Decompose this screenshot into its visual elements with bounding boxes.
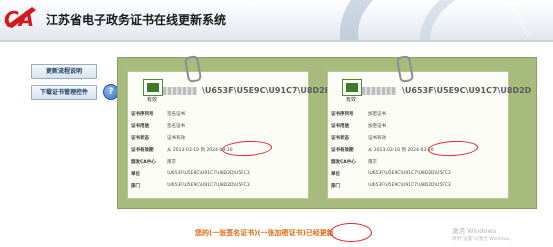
cert-row-value: 加密证书 bbox=[368, 124, 386, 129]
app-title: 江苏省电子政务证书在线更新系统 bbox=[46, 13, 227, 27]
valid-seal-icon bbox=[143, 79, 163, 96]
seal-label: 有效 bbox=[346, 97, 357, 103]
cert-row-label: 证书有效期 bbox=[131, 148, 154, 153]
seal-label: 有效 bbox=[147, 97, 158, 103]
cert-row-value: 南京 bbox=[167, 160, 176, 165]
certificate-subject: \U653F\U5E9C\U91C7\U8D2D bbox=[202, 86, 332, 95]
cert-row-value: \U653F\U5E9C\U91C7\U8D2D\U5FC3 bbox=[167, 183, 250, 188]
cert-row-label: 颁发CA中心 bbox=[131, 160, 156, 165]
cert-row-value: \U653F\U5E9C\U91C7\U8D2D\U5FC3 bbox=[368, 183, 451, 188]
cert-row-label: 证书序列号 bbox=[331, 112, 354, 117]
cert-row-label: 证书用途 bbox=[131, 124, 149, 129]
svg-text:CA: CA bbox=[4, 7, 34, 31]
cert-row-value: 证书有效 bbox=[167, 136, 185, 141]
cert-row-label: 证书用途 bbox=[331, 124, 349, 129]
valid-seal-icon bbox=[342, 79, 362, 96]
activation-watermark-hint: 转到"设置"以激活 Windows。 bbox=[452, 237, 514, 242]
cert-validity-value: 从 2013-03-10 到 2024-03-10 bbox=[368, 148, 434, 153]
ca-logo-icon: CA bbox=[4, 7, 36, 31]
cert-row-label: 单位 bbox=[131, 172, 140, 177]
cert-row-label: 单位 bbox=[331, 172, 340, 177]
status-annotation-circle bbox=[330, 223, 372, 242]
certificate-subject: \U653F\U5E9C\U91C7\U8D2D bbox=[402, 86, 532, 95]
cert-row-label: 部门 bbox=[131, 184, 140, 189]
cert-row-label: 证书有效期 bbox=[331, 148, 354, 153]
redacted-name bbox=[362, 87, 396, 95]
app-header: CA 江苏省电子政务证书在线更新系统 e-Government bbox=[0, 0, 553, 42]
cert-row-label: 颁发CA中心 bbox=[331, 160, 356, 165]
cert-row-value: 南京 bbox=[368, 160, 377, 165]
activation-watermark-title: 激活 Windows bbox=[452, 227, 497, 235]
update-status-message: 您的(一张签名证书)(一张加密证书)已经更新 bbox=[195, 229, 334, 237]
redacted-name bbox=[163, 87, 197, 95]
cert-row-value: 证书有效 bbox=[368, 136, 386, 141]
update-process-button[interactable]: 更新流程说明 bbox=[31, 64, 97, 79]
cert-row-value: 签名证书 bbox=[167, 124, 185, 129]
cert-row-label: 证书状态 bbox=[131, 136, 149, 141]
download-control-button[interactable]: 下载证书管理控件 bbox=[31, 85, 97, 100]
cert-row-label: 证书状态 bbox=[331, 136, 349, 141]
cert-row-label: 证书序列号 bbox=[131, 112, 154, 117]
cert-row-value: 加密证书 bbox=[368, 112, 386, 117]
cert-row-value: \U653F\U5E9C\U91C7\U8D2D\U5FC3 bbox=[167, 171, 250, 176]
cert-row-value: 签名证书 bbox=[167, 112, 185, 117]
header-decoration-inner bbox=[420, 0, 553, 40]
cert-row-value: \U653F\U5E9C\U91C7\U8D2D\U5FC3 bbox=[368, 171, 451, 176]
cert-row-label: 部门 bbox=[331, 184, 340, 189]
